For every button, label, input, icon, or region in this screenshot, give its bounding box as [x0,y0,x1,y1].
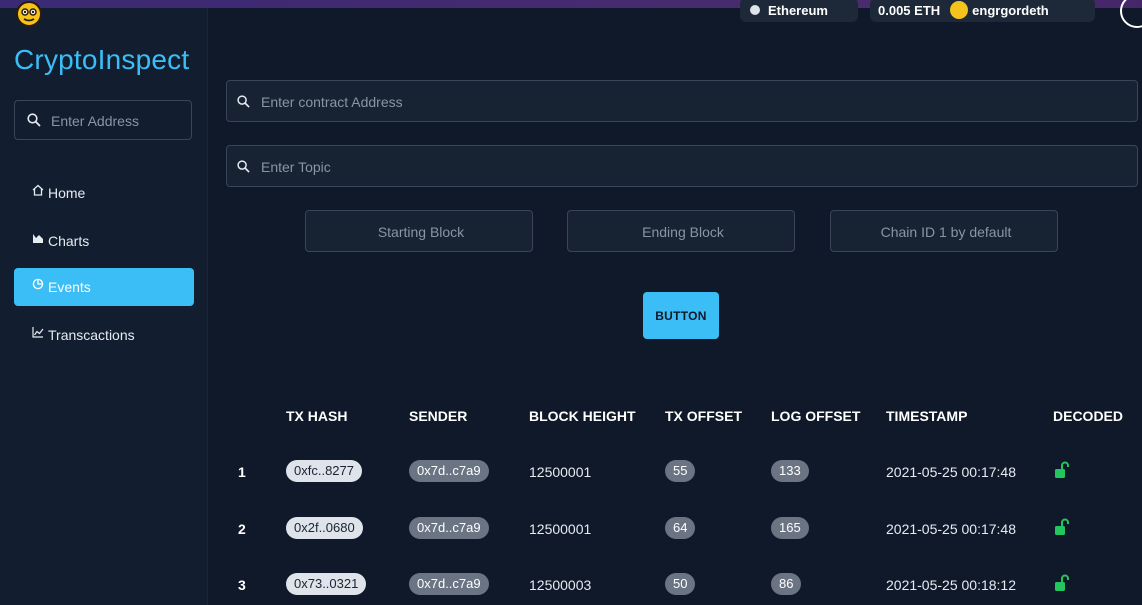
account-label: engrgordeth [972,2,1049,18]
sender-pill[interactable]: 0x7d..c7a9 [409,573,489,595]
contract-address-input[interactable] [259,81,1123,123]
column-header-timestamp[interactable]: TIMESTAMP [886,408,967,424]
search-icon [237,160,250,173]
app-window: CryptoInspect Home Charts Ev [0,0,1142,605]
sidebar-item-events[interactable]: Events [14,268,194,306]
unlock-icon[interactable] [1055,574,1069,592]
column-header-block-height[interactable]: BLOCK HEIGHT [529,408,636,424]
avatar [950,1,969,19]
tx-hash-pill[interactable]: 0xfc..8277 [286,460,362,482]
topic-input[interactable] [259,146,1123,188]
column-header-sender[interactable]: SENDER [409,408,467,424]
events-icon [32,278,44,290]
sidebar-item-label: Charts [48,233,90,249]
sender-pill[interactable]: 0x7d..c7a9 [409,517,489,539]
tx-offset-badge: 50 [665,573,696,595]
chain-id-input[interactable] [831,211,1061,253]
topic-box[interactable] [226,145,1138,188]
timestamp: 2021-05-25 00:18:12 [886,577,1016,593]
sidebar: CryptoInspect Home Charts Ev [0,1,208,605]
address-search-box[interactable] [14,100,193,141]
search-icon [27,113,41,127]
ending-block-input[interactable] [568,211,798,253]
chain-id-box[interactable] [830,210,1061,253]
sidebar-item-label: Events [48,279,91,295]
contract-address-box[interactable] [226,80,1138,123]
tx-offset-badge: 55 [665,460,696,482]
column-header-decoded[interactable]: DECODED [1053,408,1123,424]
starting-block-box[interactable] [305,210,536,253]
events-table: TX HASH SENDER BLOCK HEIGHT TX OFFSET LO… [226,380,1142,605]
network-selector[interactable]: Ethereum [740,0,858,22]
table-row[interactable]: 2 0x2f..0680 0x7d..c7a9 12500001 64 165 … [226,509,1142,549]
sidebar-item-charts[interactable]: Charts [14,222,194,260]
ethereum-icon [750,5,760,15]
account-chip[interactable]: 0.005 ETH engrgordeth [870,0,1095,22]
row-index: 2 [238,521,246,537]
home-icon [32,184,44,196]
tx-offset-badge: 64 [665,517,696,539]
row-index: 3 [238,577,246,593]
starting-block-input[interactable] [306,211,536,253]
network-label: Ethereum [768,2,828,18]
timestamp: 2021-05-25 00:17:48 [886,521,1016,537]
search-icon [237,95,250,108]
column-header-log-offset[interactable]: LOG OFFSET [771,408,860,424]
line-chart-icon [32,327,44,338]
tx-hash-pill[interactable]: 0x73..0321 [286,573,367,595]
row-index: 1 [238,464,246,480]
unlock-icon[interactable] [1055,518,1069,536]
table-row[interactable]: 1 0xfc..8277 0x7d..c7a9 12500001 55 133 … [226,452,1142,492]
ending-block-box[interactable] [567,210,798,253]
block-height: 12500001 [529,521,592,537]
submit-button[interactable]: BUTTON [643,292,719,339]
balance-label: 0.005 ETH [878,2,941,18]
log-offset-badge: 133 [771,460,809,482]
log-offset-badge: 86 [771,573,802,595]
column-header-tx-hash[interactable]: TX HASH [286,408,347,424]
address-search-input[interactable] [49,101,193,141]
log-offset-badge: 165 [771,517,809,539]
column-header-tx-offset[interactable]: TX OFFSET [665,408,742,424]
logo-face-icon [16,1,42,27]
brand-title: CryptoInspect [14,44,190,75]
timestamp: 2021-05-25 00:17:48 [886,464,1016,480]
sidebar-item-transactions[interactable]: Transcactions [14,316,194,354]
chart-icon [33,234,43,243]
unlock-icon[interactable] [1055,461,1069,479]
block-height: 12500003 [529,577,592,593]
sidebar-item-home[interactable]: Home [14,174,194,212]
sidebar-item-label: Home [48,185,86,201]
sender-pill[interactable]: 0x7d..c7a9 [409,460,489,482]
tx-hash-pill[interactable]: 0x2f..0680 [286,517,363,539]
profile-circle-icon[interactable] [1120,0,1142,28]
table-row[interactable]: 3 0x73..0321 0x7d..c7a9 12500003 50 86 2… [226,565,1142,605]
block-height: 12500001 [529,464,592,480]
sidebar-item-label: Transcactions [48,327,135,343]
